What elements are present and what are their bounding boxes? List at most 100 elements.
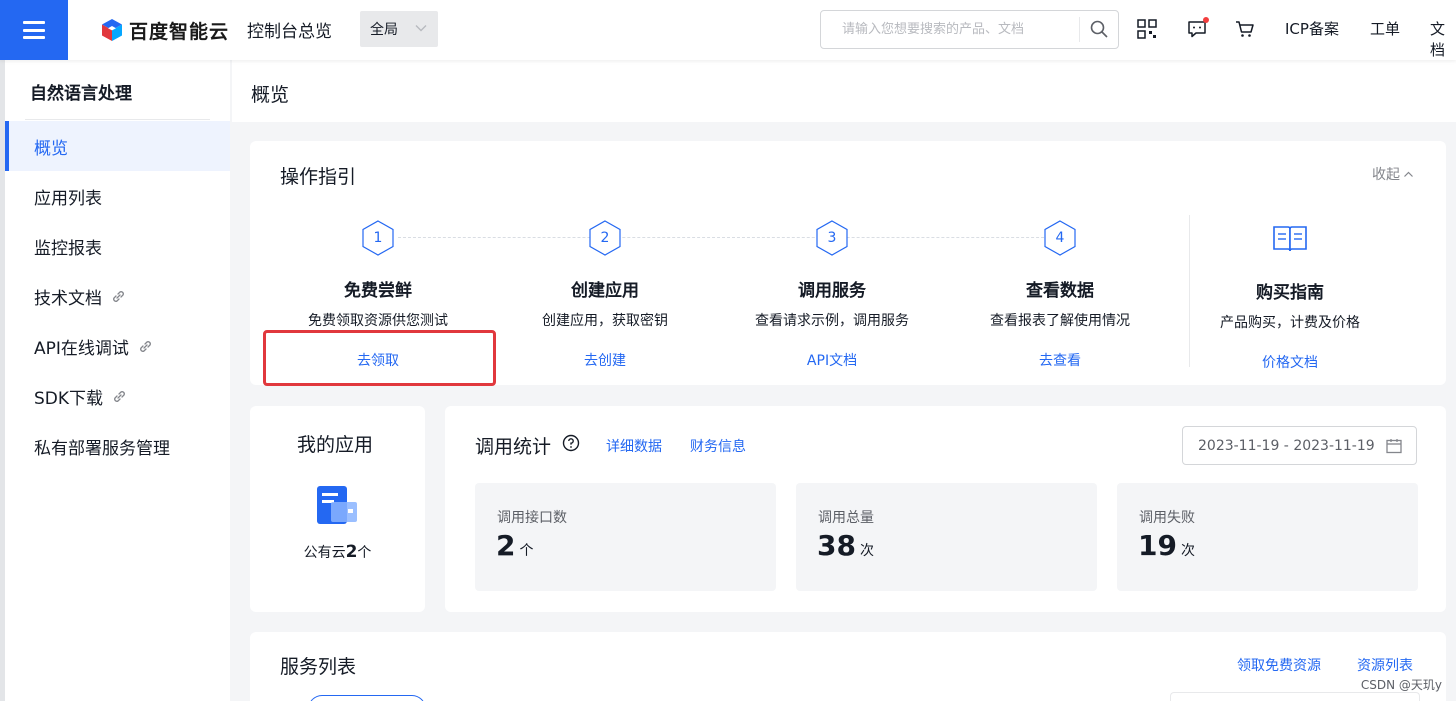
sidebar-title: 自然语言处理 <box>30 84 132 104</box>
cart-icon[interactable] <box>1234 18 1256 40</box>
stat-api-count: 调用接口数 2个 <box>475 483 776 591</box>
stat-value: 38 次 <box>817 529 874 562</box>
sidebar-item-overview[interactable]: 概览 <box>5 121 230 171</box>
icp-filing-link[interactable]: ICP备案 <box>1285 18 1339 39</box>
hamburger-icon <box>23 21 45 39</box>
guide-step-3: 3 调用服务 查看请求示例，调用服务 API文档 <box>717 219 947 370</box>
logo-cube-icon <box>102 19 122 41</box>
scope-value: 全局 <box>370 22 398 38</box>
highlight-annotation <box>263 330 496 386</box>
finance-info-link[interactable]: 财务信息 <box>690 436 746 456</box>
sidebar-item-sdk-download[interactable]: SDK下载 <box>5 371 230 421</box>
call-stats-card: 调用统计 详细数据 财务信息 2023-11-19 - 2023-11-19 调… <box>445 406 1446 612</box>
stat-total-calls: 调用总量 38 次 <box>796 483 1097 591</box>
sidebar-divider <box>25 119 210 120</box>
api-docs-link[interactable]: API文档 <box>807 350 857 370</box>
detail-data-link[interactable]: 详细数据 <box>606 436 662 456</box>
sidebar-item-label: 监控报表 <box>34 238 102 259</box>
chevron-down-icon <box>415 25 427 32</box>
step-number-badge: 3 <box>814 219 850 257</box>
guide-title: 操作指引 <box>280 166 357 188</box>
search-input[interactable] <box>822 12 1077 47</box>
my-apps-card: 我的应用 公有云2个 <box>250 406 425 612</box>
help-icon[interactable] <box>562 434 580 452</box>
date-range-value: 2023-11-19 - 2023-11-19 <box>1198 437 1375 454</box>
page-title: 概览 <box>251 84 290 106</box>
page-header: 概览 <box>232 60 1456 122</box>
logo-text: 百度智能云 <box>129 20 230 43</box>
service-list-title: 服务列表 <box>280 656 357 678</box>
sidebar-item-monitoring[interactable]: 监控报表 <box>5 221 230 271</box>
sidebar-item-label: SDK下载 <box>34 388 104 409</box>
pricing-docs-link[interactable]: 价格文档 <box>1262 352 1318 372</box>
claim-free-resources-link[interactable]: 领取免费资源 <box>1237 655 1321 675</box>
book-icon <box>1273 226 1307 252</box>
sidebar-item-label: 概览 <box>34 138 68 159</box>
step-number-badge: 2 <box>587 219 623 257</box>
region-scope-select[interactable]: 全局 <box>360 11 438 47</box>
chevron-up-icon <box>1404 171 1413 177</box>
stat-value: 2个 <box>496 529 534 562</box>
global-search <box>820 10 1119 49</box>
stat-failed-calls: 调用失败 19 次 <box>1117 483 1418 591</box>
step-title: 调用服务 <box>798 281 866 301</box>
search-divider <box>1079 17 1080 42</box>
stat-label: 调用接口数 <box>497 510 567 526</box>
baidu-cloud-logo[interactable]: 百度智能云 <box>100 16 229 44</box>
menu-button[interactable] <box>0 0 68 60</box>
sidebar-item-label: 私有部署服务管理 <box>34 438 170 459</box>
external-link-icon <box>139 340 151 352</box>
unread-dot <box>1203 17 1209 23</box>
step-description: 免费领取资源供您测试 <box>308 313 448 329</box>
step-description: 查看报表了解使用情况 <box>990 313 1130 329</box>
sidebar-item-tech-docs[interactable]: 技术文档 <box>5 271 230 321</box>
sidebar-item-label: 技术文档 <box>34 288 102 309</box>
top-bar: 百度智能云 控制台总览 全局 ICP备案 工单 文档 <box>0 0 1456 60</box>
step-title: 查看数据 <box>1026 281 1094 301</box>
purchase-guide: 购买指南 产品购买，计费及价格 价格文档 <box>1175 219 1405 372</box>
message-icon[interactable] <box>1186 17 1209 40</box>
sidebar-item-label: API在线调试 <box>34 338 129 359</box>
docs-link[interactable]: 文档 <box>1430 18 1456 60</box>
watermark: CSDN @天玑y <box>1360 678 1442 692</box>
app-count-prefix: 公有云 <box>303 545 346 561</box>
app-count-suffix: 个 <box>357 545 372 561</box>
my-apps-title: 我的应用 <box>297 434 374 456</box>
date-range-picker[interactable]: 2023-11-19 - 2023-11-19 <box>1182 426 1417 465</box>
view-data-link[interactable]: 去查看 <box>1039 350 1081 370</box>
app-count-value: 2 <box>345 542 358 562</box>
sidebar-item-label: 应用列表 <box>34 188 102 209</box>
app-icon <box>317 486 357 524</box>
guide-step-4: 4 查看数据 查看报表了解使用情况 去查看 <box>945 219 1175 370</box>
step-number-badge: 4 <box>1042 219 1078 257</box>
sidebar-item-app-list[interactable]: 应用列表 <box>5 171 230 221</box>
calendar-icon <box>1386 439 1402 454</box>
stat-value: 19 次 <box>1138 529 1195 562</box>
stat-label: 调用失败 <box>1139 510 1195 526</box>
sidebar-item-api-debug[interactable]: API在线调试 <box>5 321 230 371</box>
stat-label: 调用总量 <box>818 510 874 526</box>
step-title: 免费尝鲜 <box>344 281 412 301</box>
external-link-icon <box>114 390 125 402</box>
service-list-card: 服务列表 领取免费资源 资源列表 <box>250 632 1446 701</box>
search-icon[interactable] <box>1089 19 1109 39</box>
step-number-badge: 1 <box>360 219 396 257</box>
collapse-button[interactable]: 收起 <box>1372 164 1414 184</box>
create-app-link[interactable]: 去创建 <box>584 350 626 370</box>
app-count: 公有云2个 <box>250 542 425 562</box>
step-title: 创建应用 <box>571 281 639 301</box>
sidebar-item-private-deploy[interactable]: 私有部署服务管理 <box>5 421 230 471</box>
external-link-icon <box>113 290 124 302</box>
resource-list-link[interactable]: 资源列表 <box>1357 655 1413 675</box>
sidebar: 自然语言处理 概览 应用列表 监控报表 技术文档 API在线调试 SDK下载 私… <box>5 60 230 701</box>
step-description: 创建应用，获取密钥 <box>542 313 668 329</box>
service-search-field[interactable] <box>1170 692 1420 701</box>
purchase-title: 购买指南 <box>1256 283 1324 303</box>
ticket-link[interactable]: 工单 <box>1370 18 1400 39</box>
step-description: 查看请求示例，调用服务 <box>755 313 909 329</box>
service-filter-tab[interactable] <box>308 695 426 701</box>
console-overview-link[interactable]: 控制台总览 <box>247 17 332 42</box>
purchase-description: 产品购买，计费及价格 <box>1220 315 1360 331</box>
apps-grid-icon[interactable] <box>1136 18 1158 40</box>
collapse-label: 收起 <box>1372 167 1400 183</box>
